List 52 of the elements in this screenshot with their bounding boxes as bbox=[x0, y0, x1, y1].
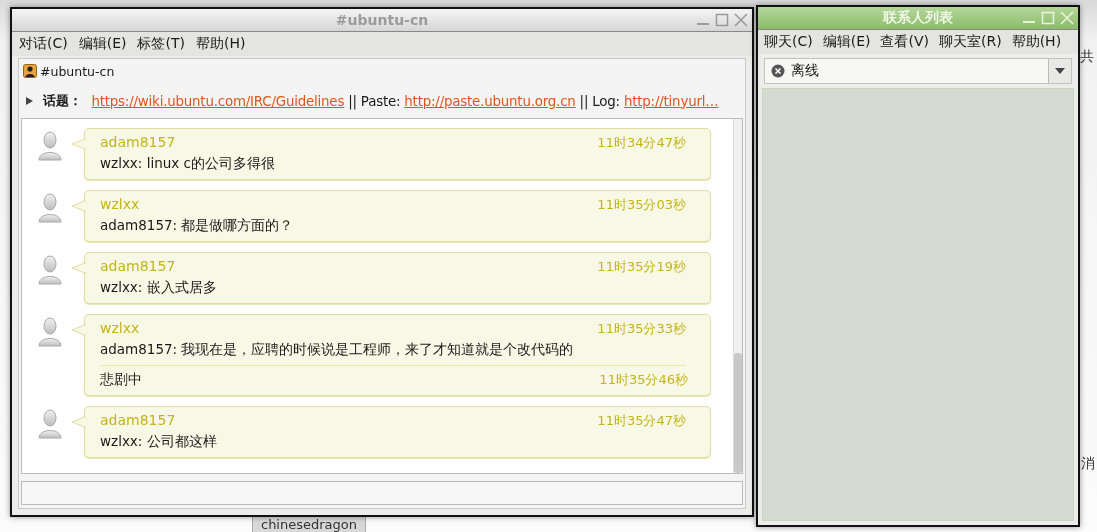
menu-item[interactable]: 编辑(E) bbox=[822, 33, 871, 51]
topic-label: 话题： bbox=[43, 92, 82, 110]
topic-text: || Log: bbox=[579, 93, 620, 109]
menu-item[interactable]: 编辑(E) bbox=[78, 35, 127, 53]
timestamp: 11时35分03秒 bbox=[597, 196, 686, 214]
nickname: adam8157 bbox=[100, 258, 176, 276]
topic-link[interactable]: http://tinyurl… bbox=[623, 93, 719, 109]
user-avatar-icon bbox=[38, 317, 62, 347]
user-avatar-icon bbox=[38, 409, 62, 439]
menu-item[interactable]: 帮助(H) bbox=[195, 35, 246, 53]
offline-status-icon bbox=[771, 64, 785, 78]
maximize-icon[interactable] bbox=[715, 13, 729, 27]
person-icon bbox=[23, 64, 37, 78]
caret-icon bbox=[1055, 68, 1065, 74]
message-text: wzlxx: 嵌入式居多 bbox=[100, 279, 217, 297]
user-avatar-icon bbox=[38, 131, 62, 161]
menu-item[interactable]: 聊天(C) bbox=[764, 33, 813, 51]
window-title: #ubuntu-cn bbox=[335, 12, 429, 28]
menu-item[interactable]: 标签(T) bbox=[137, 35, 185, 53]
timestamp: 11时35分19秒 bbox=[597, 258, 686, 276]
topic-text: || Paste: bbox=[348, 93, 401, 109]
text-fragment: 消 bbox=[1081, 455, 1095, 473]
message-text: 悲剧中 bbox=[100, 371, 142, 389]
close-icon[interactable] bbox=[734, 13, 748, 27]
message-text: adam8157: 我现在是，应聘的时候说是工程师，来了才知道就是个改代码的 bbox=[100, 341, 574, 359]
menu-item[interactable]: 对话(C) bbox=[19, 35, 68, 53]
timestamp: 11时34分47秒 bbox=[597, 134, 686, 152]
status-dropdown[interactable]: 离线 bbox=[764, 58, 1072, 84]
timestamp: 11时35分33秒 bbox=[597, 320, 686, 338]
channel-tab[interactable]: #ubuntu-cn bbox=[40, 63, 115, 79]
expander-icon[interactable] bbox=[25, 96, 34, 106]
message-input[interactable] bbox=[21, 481, 743, 505]
timestamp: 11时35分46秒 bbox=[599, 371, 688, 389]
scrollbar-thumb[interactable] bbox=[734, 353, 742, 473]
nickname: wzlxx bbox=[100, 196, 140, 214]
timestamp: 11时35分47秒 bbox=[597, 412, 686, 430]
message-text: adam8157: 都是做哪方面的？ bbox=[100, 217, 294, 235]
menu-item[interactable]: 聊天室(R) bbox=[939, 33, 1002, 51]
scrollbar[interactable] bbox=[733, 119, 742, 473]
text-fragment: 共 bbox=[1080, 48, 1094, 66]
topic-link[interactable]: https://wiki.ubuntu.com/IRC/Guidelines bbox=[91, 93, 345, 109]
topic-link[interactable]: http://paste.ubuntu.org.cn bbox=[404, 93, 576, 109]
menu-item[interactable]: 帮助(H) bbox=[1011, 33, 1062, 51]
menu-item[interactable]: 查看(V) bbox=[880, 33, 929, 51]
message-text: wzlxx: linux c的公司多得很 bbox=[100, 155, 275, 173]
nickname: wzlxx bbox=[100, 320, 140, 338]
nickname: adam8157 bbox=[100, 412, 176, 430]
user-avatar-icon bbox=[38, 193, 62, 223]
window-title: 联系人列表 bbox=[883, 9, 953, 27]
nickname: adam8157 bbox=[100, 134, 176, 152]
user-avatar-icon bbox=[38, 255, 62, 285]
message-text: wzlxx: 公司都这样 bbox=[100, 433, 217, 451]
